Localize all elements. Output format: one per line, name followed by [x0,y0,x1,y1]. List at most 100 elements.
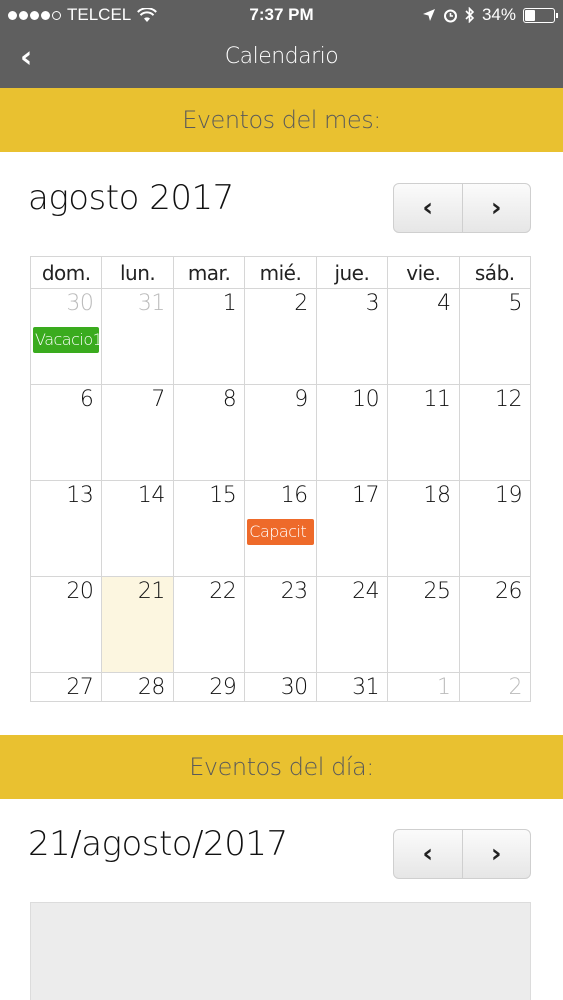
day-number: 26 [495,579,523,604]
calendar-day-cell[interactable]: 21 [101,576,174,673]
bluetooth-icon [465,7,475,23]
day-number: 7 [151,387,165,412]
day-number: 18 [423,483,452,508]
calendar-day-cell[interactable]: 12 [458,384,532,481]
calendar-day-cell[interactable]: 2 [458,672,532,702]
day-number: 14 [137,483,166,508]
calendar-day-cell[interactable]: 11 [387,384,460,481]
day-number: 23 [280,579,309,604]
day-number: 6 [79,387,94,412]
day-events-header: Eventos del día: [0,735,563,799]
day-number: 5 [508,291,523,316]
battery-percent: 34% [481,5,516,24]
calendar-day-cell[interactable]: 28 [101,672,174,702]
page-title: Calendario [224,44,339,69]
calendar-day-cell[interactable]: 1 [172,288,246,385]
day-number: 20 [66,579,94,604]
calendar-day-cell[interactable]: 30 [244,672,317,702]
calendar-day-cell[interactable]: 22 [172,576,246,673]
weekday-label: vie. [387,256,460,289]
day-number: 3 [365,291,380,316]
day-number: 9 [294,387,308,412]
day-number: 8 [222,387,237,412]
day-nav-buttons: ‹ › [393,829,531,879]
calendar-day-cell[interactable]: 8 [172,384,246,481]
weekday-label: sáb. [458,256,532,289]
weekday-label: mié. [244,256,317,289]
day-number: 13 [66,483,94,508]
weekday-header-row: dom. lun. mar. mié. jue. vie. sáb. [29,256,532,289]
calendar-week-row: 13 14 15 16 Capacit 17 18 19 [29,480,532,577]
calendar-day-cell[interactable]: 16 Capacit [244,480,317,577]
nav-bar: ‹ Calendario [0,30,563,88]
calendar-day-cell[interactable]: 5 [458,288,532,385]
calendar-day-cell[interactable]: 31 [315,672,389,702]
calendar-event[interactable]: Vacacio1 [33,327,100,353]
calendar-day-cell[interactable]: 13 [29,480,103,577]
day-number: 11 [423,387,452,412]
calendar-day-cell[interactable]: 7 [101,384,174,481]
day-number: 2 [508,675,523,700]
calendar-day-cell[interactable]: 20 [29,576,103,673]
day-number: 31 [352,675,380,700]
calendar-event[interactable]: Capacit [247,519,314,545]
day-number: 1 [222,291,237,316]
alarm-icon [443,9,457,22]
calendar-day-cell[interactable]: 10 [315,384,389,481]
calendar-day-cell[interactable]: 14 [101,480,174,577]
day-number: 28 [137,675,166,700]
day-number: 17 [352,483,380,508]
calendar-day-cell[interactable]: 15 [172,480,246,577]
day-number: 2 [294,291,308,316]
day-number: 21 [137,579,166,604]
calendar-day-cell[interactable]: 19 [458,480,532,577]
day-number: 25 [423,579,452,604]
calendar-day-cell[interactable]: 18 [387,480,460,577]
battery-icon [523,7,558,23]
day-number: 30 [66,291,94,316]
calendar-day-cell[interactable]: 27 [29,672,103,702]
calendar-day-cell[interactable]: 2 [244,288,317,385]
weekday-label: dom. [29,256,103,289]
calendar-week-row: 20 21 22 23 24 25 26 [29,576,532,673]
month-nav-buttons: ‹ › [393,183,531,233]
calendar-day-cell[interactable]: 25 [387,576,460,673]
day-number: 19 [495,483,523,508]
weekday-label: mar. [172,256,246,289]
calendar-day-cell[interactable]: 29 [172,672,246,702]
month-calendar: dom. lun. mar. mié. jue. vie. sáb. 30 Vac… [29,256,532,702]
next-day-button[interactable]: › [461,830,531,878]
prev-day-button[interactable]: ‹ [394,830,462,878]
calendar-day-cell[interactable]: 30 Vacacio1 [29,288,103,385]
weekday-label: jue. [315,256,389,289]
day-number: 29 [209,675,237,700]
calendar-day-cell[interactable]: 17 [315,480,389,577]
top-bar: TELCEL 7:37 PM 34% ‹ Calendario [0,0,563,88]
status-bar: TELCEL 7:37 PM 34% [0,0,563,30]
calendar-day-cell[interactable]: 6 [29,384,103,481]
calendar-day-cell[interactable]: 26 [458,576,532,673]
calendar-day-cell[interactable]: 3 [315,288,389,385]
prev-month-button[interactable]: ‹ [394,184,462,232]
day-number: 30 [280,675,309,700]
day-number: 22 [209,579,237,604]
next-month-button[interactable]: › [461,184,531,232]
calendar-day-cell[interactable]: 4 [387,288,460,385]
calendar-day-cell[interactable]: 1 [387,672,460,702]
calendar-day-cell[interactable]: 9 [244,384,317,481]
day-number: 27 [66,675,94,700]
calendar-day-cell[interactable]: 24 [315,576,389,673]
calendar-week-row: 27 28 29 30 31 1 2 [29,672,532,702]
month-title: agosto 2017 [28,178,234,218]
weekday-label: lun. [101,256,174,289]
calendar-day-cell[interactable]: 23 [244,576,317,673]
day-number: 15 [209,483,237,508]
day-number: 10 [352,387,380,412]
day-events-list [30,902,531,1000]
month-events-header: Eventos del mes: [0,88,563,152]
day-title: 21/agosto/2017 [28,824,288,864]
location-arrow-icon [422,9,435,21]
calendar-week-row: 6 7 8 9 10 11 12 [29,384,532,481]
calendar-day-cell[interactable]: 31 [101,288,174,385]
calendar-week-row: 30 Vacacio1 31 1 2 3 4 5 [29,288,532,385]
